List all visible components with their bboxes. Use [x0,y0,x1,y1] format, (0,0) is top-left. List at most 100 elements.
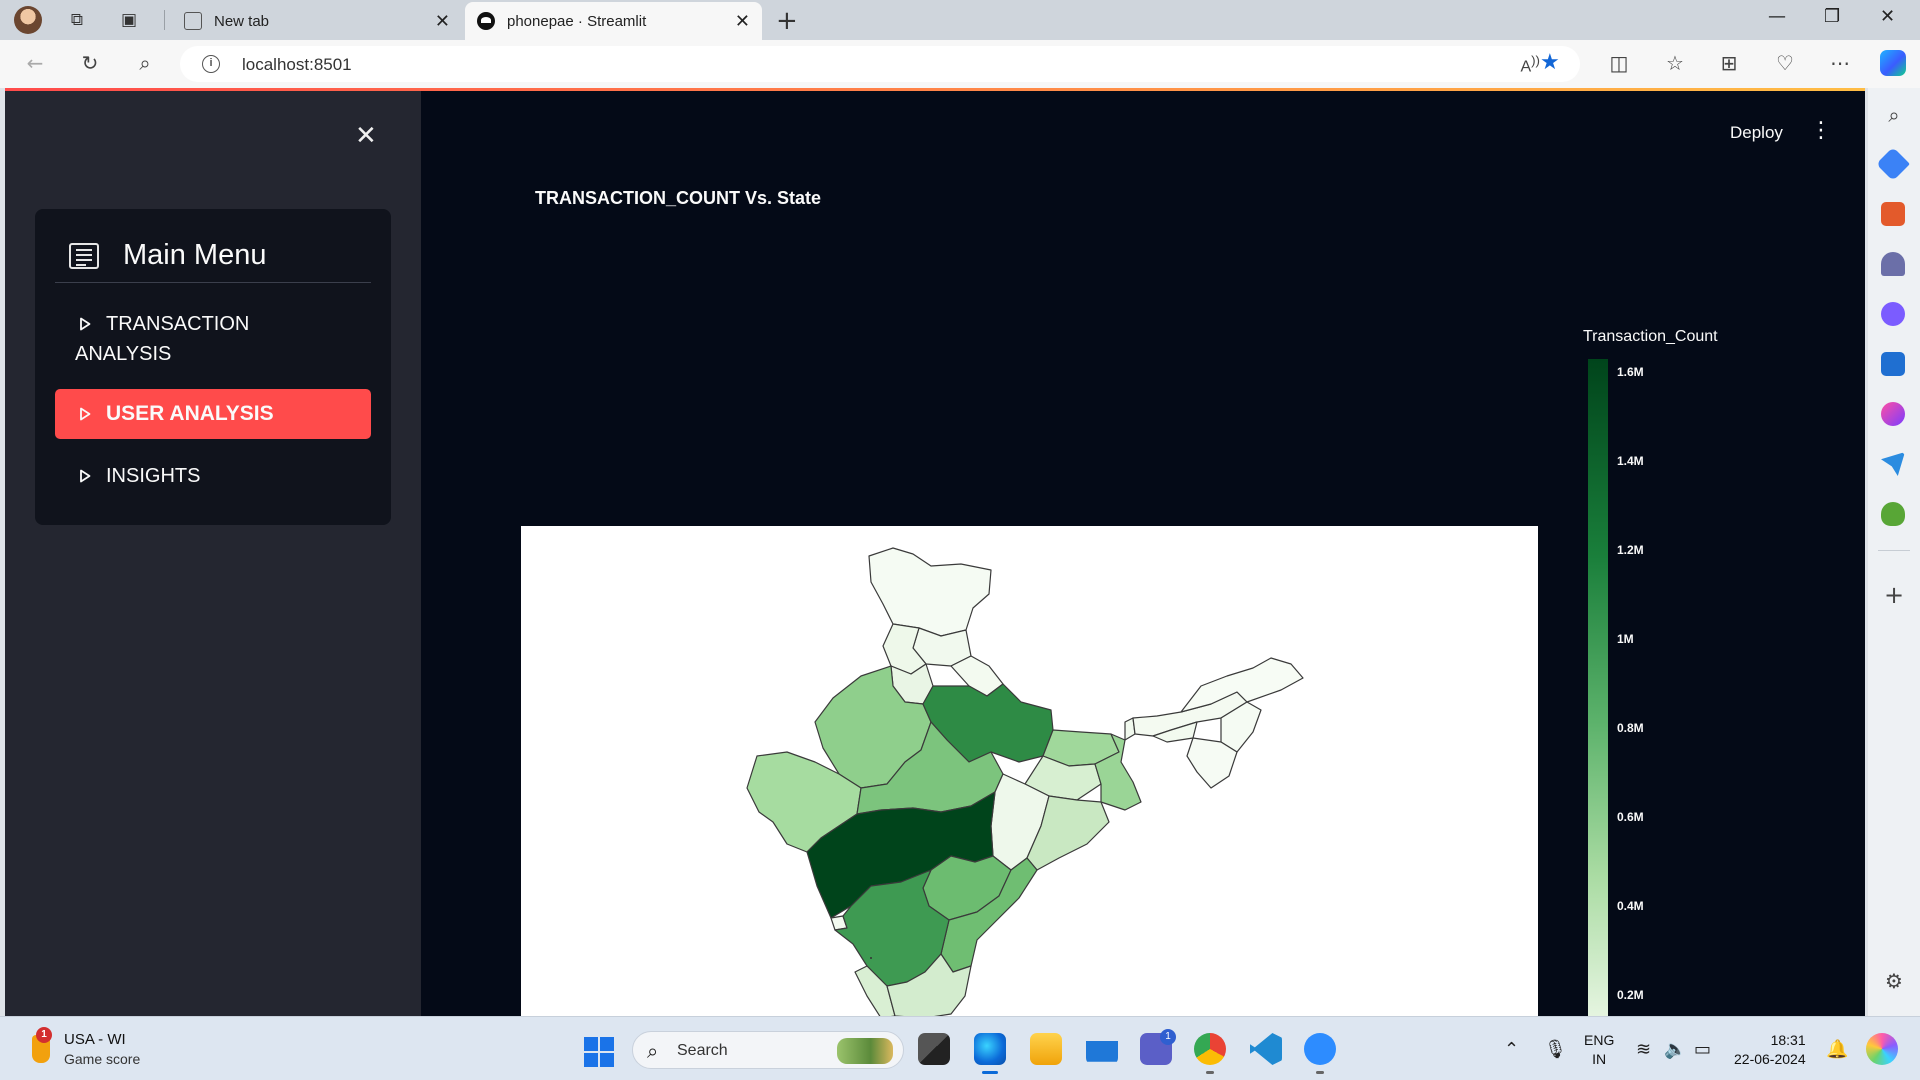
minimize-icon[interactable]: — [1768,6,1786,27]
games-icon[interactable] [1881,252,1905,276]
colorbar-tick: 1.6M [1617,365,1644,379]
task-view-icon[interactable] [918,1033,950,1065]
tree-icon[interactable] [1881,502,1905,526]
main-menu-kebab-icon[interactable]: ⋮ [1810,118,1832,143]
menu-item-label: USER ANALYSIS [106,402,274,425]
windows-taskbar: 1 USA - WI Game score ⌕ Search 1 ⌃ 🎙 ENG… [0,1016,1920,1080]
deploy-button[interactable]: Deploy [1730,123,1783,143]
colorbar-tick: 1M [1617,632,1634,646]
chrome-icon[interactable] [1194,1033,1226,1074]
file-explorer-icon[interactable] [1030,1033,1062,1065]
play-triangle-icon [80,407,91,421]
menu-item-insights[interactable]: INSIGHTS [55,461,371,491]
edge-taskbar-icon[interactable] [974,1033,1006,1074]
wifi-icon[interactable]: ≋ [1636,1039,1651,1060]
browser-essentials-icon[interactable]: ♡ [1772,50,1798,76]
india-map-svg[interactable] [521,526,1538,1016]
shopping-tag-icon[interactable] [1876,147,1910,181]
widgets-news[interactable]: 1 USA - WI Game score [26,1027,176,1071]
taskbar-search[interactable]: ⌕ Search [632,1031,904,1069]
choropleth-map[interactable] [521,526,1538,1016]
more-options-icon[interactable]: ⋯ [1827,50,1853,76]
tab-separator [164,10,165,30]
profile-avatar[interactable] [14,6,42,34]
clock[interactable]: 18:31 22-06-2024 [1734,1031,1806,1069]
add-sidebar-app-icon[interactable]: + [1881,582,1907,608]
designer-icon[interactable] [1881,402,1905,426]
microphone-icon[interactable]: 🎙 [1544,1039,1567,1060]
menu-item-transaction-analysis[interactable]: TRANSACTION ANALYSIS [55,309,371,369]
colorbar-tick: 1.2M [1617,543,1644,557]
language-indicator[interactable]: ENG IN [1584,1031,1614,1069]
restore-icon[interactable]: ❐ [1824,6,1840,27]
app-sidebar: ✕ Main Menu TRANSACTION ANALYSIS USER AN… [5,91,421,1016]
mail-icon[interactable] [1086,1041,1118,1062]
tab-title: New tab [214,12,270,30]
play-triangle-icon [80,469,91,483]
colorbar-tick: 0.6M [1617,810,1644,824]
island-marker [870,957,872,959]
show-hidden-icons-chevron-icon[interactable]: ⌃ [1504,1039,1519,1060]
notification-bell-icon[interactable]: 🔔 [1826,1039,1848,1060]
read-aloud-icon[interactable]: A)) [1520,53,1540,76]
back-icon[interactable]: ← [22,50,48,76]
tab-new-tab[interactable]: New tab ✕ [172,2,462,40]
tab-title: phonepae · Streamlit [507,12,647,30]
copilot-icon[interactable] [1880,50,1906,76]
zoom-icon[interactable] [1304,1033,1336,1074]
menu-item-user-analysis[interactable]: USER ANALYSIS [55,389,371,439]
url-text[interactable]: localhost:8501 [242,55,352,75]
list-menu-icon [69,242,99,269]
sidebar-settings-icon[interactable]: ⚙ [1881,968,1907,994]
close-tab-icon[interactable]: ✕ [735,11,750,32]
tab-actions-icon[interactable]: ▣ [118,9,140,31]
colorbar-title: Transaction_Count [1583,328,1718,345]
close-sidebar-icon[interactable]: ✕ [355,121,377,151]
sidebar-search-icon[interactable]: ⌕ [1881,102,1907,128]
split-screen-icon[interactable]: ◫ [1606,50,1632,76]
region-jammu-kashmir[interactable] [868,547,992,637]
send-icon[interactable] [1881,452,1905,476]
lang-line2: IN [1592,1051,1607,1067]
colorbar-tick: 0.2M [1617,988,1644,1002]
menu-header: Main Menu [55,229,371,283]
colorbar-tick: 1.4M [1617,454,1644,468]
notification-badge: 1 [36,1027,52,1043]
search-highlight-image [837,1038,893,1064]
collections-icon[interactable]: ⊞ [1716,50,1742,76]
outlook-icon[interactable] [1881,352,1905,376]
new-tab-plus-icon[interactable]: + [776,6,798,36]
copilot-taskbar-icon[interactable] [1866,1033,1898,1065]
battery-icon[interactable]: ▭ [1694,1039,1711,1060]
browser-toolbar: ← ↻ ⌕ i localhost:8501 A)) ◫ ☆ ⊞ ♡ ⋯ [0,40,1920,88]
colorbar-tick: 0.8M [1617,721,1644,735]
favorite-star-icon[interactable]: ★ [1540,50,1560,75]
start-windows-icon[interactable] [584,1037,614,1067]
tab-phonepae-streamlit[interactable]: phonepae · Streamlit ✕ [465,2,762,40]
site-info-icon[interactable]: i [202,55,220,73]
colorbar [1588,359,1608,1016]
tools-icon[interactable] [1881,202,1905,226]
address-bar[interactable]: i localhost:8501 A)) [180,46,1580,82]
menu-item-label-line2: ANALYSIS [75,343,172,365]
option-menu: Main Menu TRANSACTION ANALYSIS USER ANAL… [35,209,391,525]
close-tab-icon[interactable]: ✕ [435,11,450,32]
workspaces-icon[interactable]: ⧉ [66,9,88,31]
clock-time: 18:31 [1770,1032,1806,1048]
search-label: Search [677,1042,728,1059]
favorites-icon[interactable]: ☆ [1662,50,1688,76]
browser-tab-strip: ⧉ ▣ New tab ✕ phonepae · Streamlit ✕ + —… [0,0,1920,40]
volume-icon[interactable]: 🔈 [1664,1039,1686,1060]
widget-title: USA - WI [64,1031,126,1048]
close-window-icon[interactable]: ✕ [1880,6,1895,27]
chart-title: TRANSACTION_COUNT Vs. State [535,188,822,208]
microsoft-365-icon[interactable] [1881,302,1905,326]
menu-item-label: INSIGHTS [106,465,201,487]
teams-badge: 1 [1160,1029,1176,1045]
vscode-icon[interactable] [1250,1033,1282,1065]
colorbar-tick: 0.4M [1617,899,1644,913]
search-icon[interactable]: ⌕ [132,50,158,76]
edge-sidebar: ⌕ + ⚙ [1868,88,1920,1016]
refresh-icon[interactable]: ↻ [77,50,103,76]
play-triangle-icon [80,317,91,331]
